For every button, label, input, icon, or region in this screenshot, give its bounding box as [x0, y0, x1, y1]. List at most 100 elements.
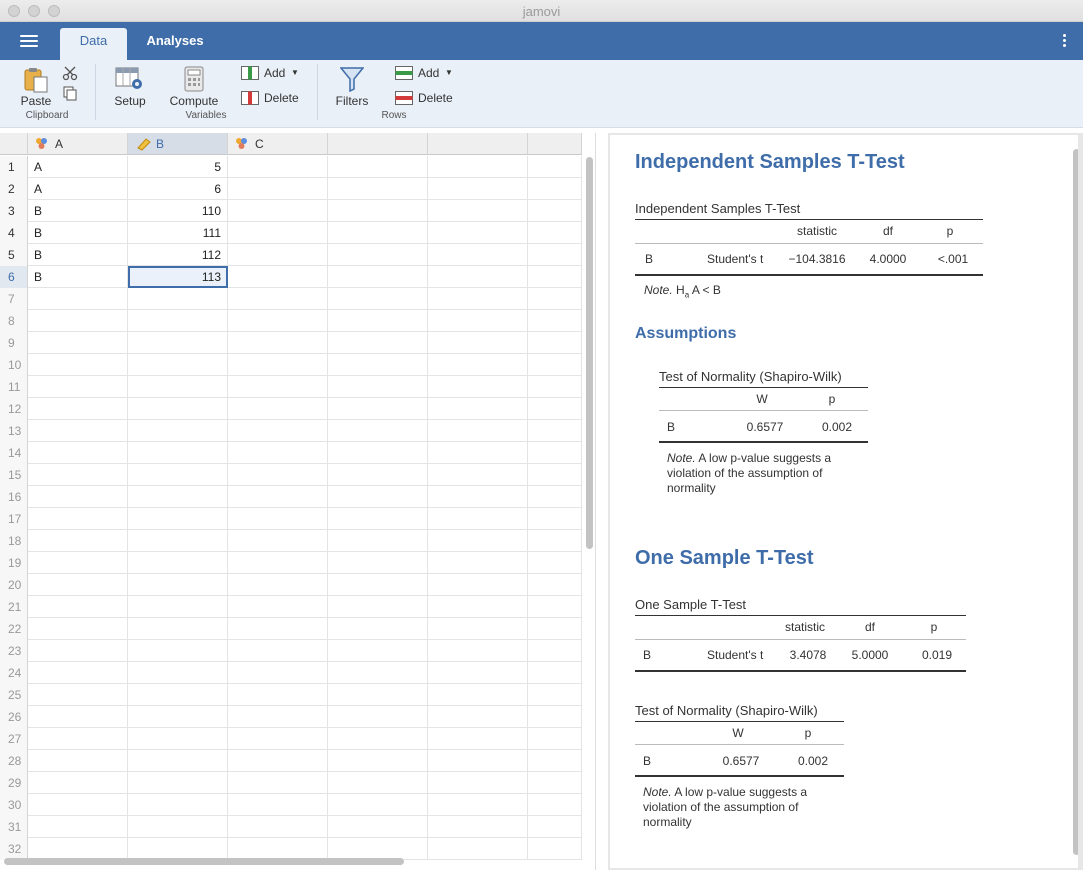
- table-cell[interactable]: [228, 310, 328, 332]
- table-cell[interactable]: [428, 552, 528, 574]
- table-cell[interactable]: [128, 530, 228, 552]
- table-cell[interactable]: [228, 706, 328, 728]
- table-cell[interactable]: [328, 288, 428, 310]
- table-cell[interactable]: [28, 442, 128, 464]
- table-cell[interactable]: [128, 288, 228, 310]
- row-number[interactable]: 32: [0, 838, 28, 860]
- table-cell[interactable]: [228, 354, 328, 376]
- row-number[interactable]: 29: [0, 772, 28, 794]
- table-cell[interactable]: [228, 222, 328, 244]
- table-cell[interactable]: [428, 332, 528, 354]
- table-cell[interactable]: [528, 794, 582, 816]
- filters-button[interactable]: Filters: [332, 64, 372, 108]
- table-cell[interactable]: [28, 486, 128, 508]
- column-header-empty[interactable]: [428, 133, 528, 155]
- table-cell[interactable]: [28, 354, 128, 376]
- table-cell[interactable]: [228, 750, 328, 772]
- table-cell[interactable]: [28, 376, 128, 398]
- table-cell[interactable]: [28, 728, 128, 750]
- table-cell[interactable]: [428, 156, 528, 178]
- table-cell[interactable]: [28, 772, 128, 794]
- row-number[interactable]: 5: [0, 244, 28, 266]
- table-cell[interactable]: [128, 574, 228, 596]
- table-cell[interactable]: [228, 816, 328, 838]
- table-cell[interactable]: [128, 354, 228, 376]
- row-number[interactable]: 8: [0, 310, 28, 332]
- table-cell[interactable]: [228, 552, 328, 574]
- table-cell[interactable]: [228, 420, 328, 442]
- table-cell[interactable]: [428, 816, 528, 838]
- table-cell[interactable]: [228, 640, 328, 662]
- table-cell[interactable]: [528, 288, 582, 310]
- table-cell[interactable]: [28, 398, 128, 420]
- row-number[interactable]: 30: [0, 794, 28, 816]
- table-cell[interactable]: [528, 596, 582, 618]
- table-cell[interactable]: [28, 464, 128, 486]
- table-cell[interactable]: [328, 244, 428, 266]
- table-cell[interactable]: [128, 750, 228, 772]
- table-cell[interactable]: [328, 354, 428, 376]
- table-cell[interactable]: [428, 442, 528, 464]
- row-number[interactable]: 14: [0, 442, 28, 464]
- table-cell[interactable]: [328, 310, 428, 332]
- table-cell[interactable]: [528, 552, 582, 574]
- table-cell[interactable]: 6: [128, 178, 228, 200]
- table-cell[interactable]: [328, 816, 428, 838]
- table-cell[interactable]: [428, 706, 528, 728]
- table-cell[interactable]: [428, 618, 528, 640]
- table-cell[interactable]: [328, 596, 428, 618]
- table-cell[interactable]: 110: [128, 200, 228, 222]
- table-cell[interactable]: [528, 508, 582, 530]
- table-cell[interactable]: [328, 178, 428, 200]
- tab-analyses[interactable]: Analyses: [136, 28, 214, 60]
- table-cell[interactable]: [228, 838, 328, 860]
- table-cell[interactable]: [428, 464, 528, 486]
- add-row-button[interactable]: Add ▼: [395, 64, 455, 82]
- table-cell[interactable]: [428, 596, 528, 618]
- row-number[interactable]: 10: [0, 354, 28, 376]
- table-cell[interactable]: [328, 750, 428, 772]
- row-number[interactable]: 9: [0, 332, 28, 354]
- table-cell[interactable]: [328, 574, 428, 596]
- table-cell[interactable]: [228, 376, 328, 398]
- table-cell[interactable]: [428, 244, 528, 266]
- column-header-empty[interactable]: [528, 133, 582, 155]
- table-cell[interactable]: [128, 332, 228, 354]
- corner-header[interactable]: [0, 133, 28, 155]
- row-number[interactable]: 4: [0, 222, 28, 244]
- table-cell[interactable]: A: [28, 156, 128, 178]
- table-cell[interactable]: [228, 442, 328, 464]
- table-cell[interactable]: [428, 420, 528, 442]
- table-cell[interactable]: [28, 288, 128, 310]
- table-cell[interactable]: [528, 574, 582, 596]
- table-cell[interactable]: [228, 266, 328, 288]
- row-number[interactable]: 18: [0, 530, 28, 552]
- row-number[interactable]: 3: [0, 200, 28, 222]
- table-cell[interactable]: [528, 332, 582, 354]
- column-header-a[interactable]: A: [28, 133, 128, 155]
- table-cell[interactable]: [28, 574, 128, 596]
- table-cell[interactable]: [428, 772, 528, 794]
- table-cell[interactable]: [28, 640, 128, 662]
- table-cell[interactable]: [428, 266, 528, 288]
- table-cell[interactable]: [128, 398, 228, 420]
- delete-row-button[interactable]: Delete: [395, 89, 457, 107]
- table-cell[interactable]: [428, 486, 528, 508]
- table-cell[interactable]: [128, 464, 228, 486]
- table-cell[interactable]: [128, 596, 228, 618]
- table-cell[interactable]: [228, 530, 328, 552]
- table-cell[interactable]: B: [28, 222, 128, 244]
- table-cell[interactable]: [128, 618, 228, 640]
- table-cell[interactable]: 5: [128, 156, 228, 178]
- table-cell[interactable]: [428, 310, 528, 332]
- table-cell[interactable]: [328, 728, 428, 750]
- table-cell[interactable]: [528, 772, 582, 794]
- table-cell[interactable]: [228, 684, 328, 706]
- table-cell[interactable]: [428, 222, 528, 244]
- row-number[interactable]: 16: [0, 486, 28, 508]
- row-number[interactable]: 2: [0, 178, 28, 200]
- table-cell[interactable]: [28, 552, 128, 574]
- table-cell[interactable]: A: [28, 178, 128, 200]
- vertical-scrollbar[interactable]: [586, 157, 593, 549]
- table-cell[interactable]: [128, 794, 228, 816]
